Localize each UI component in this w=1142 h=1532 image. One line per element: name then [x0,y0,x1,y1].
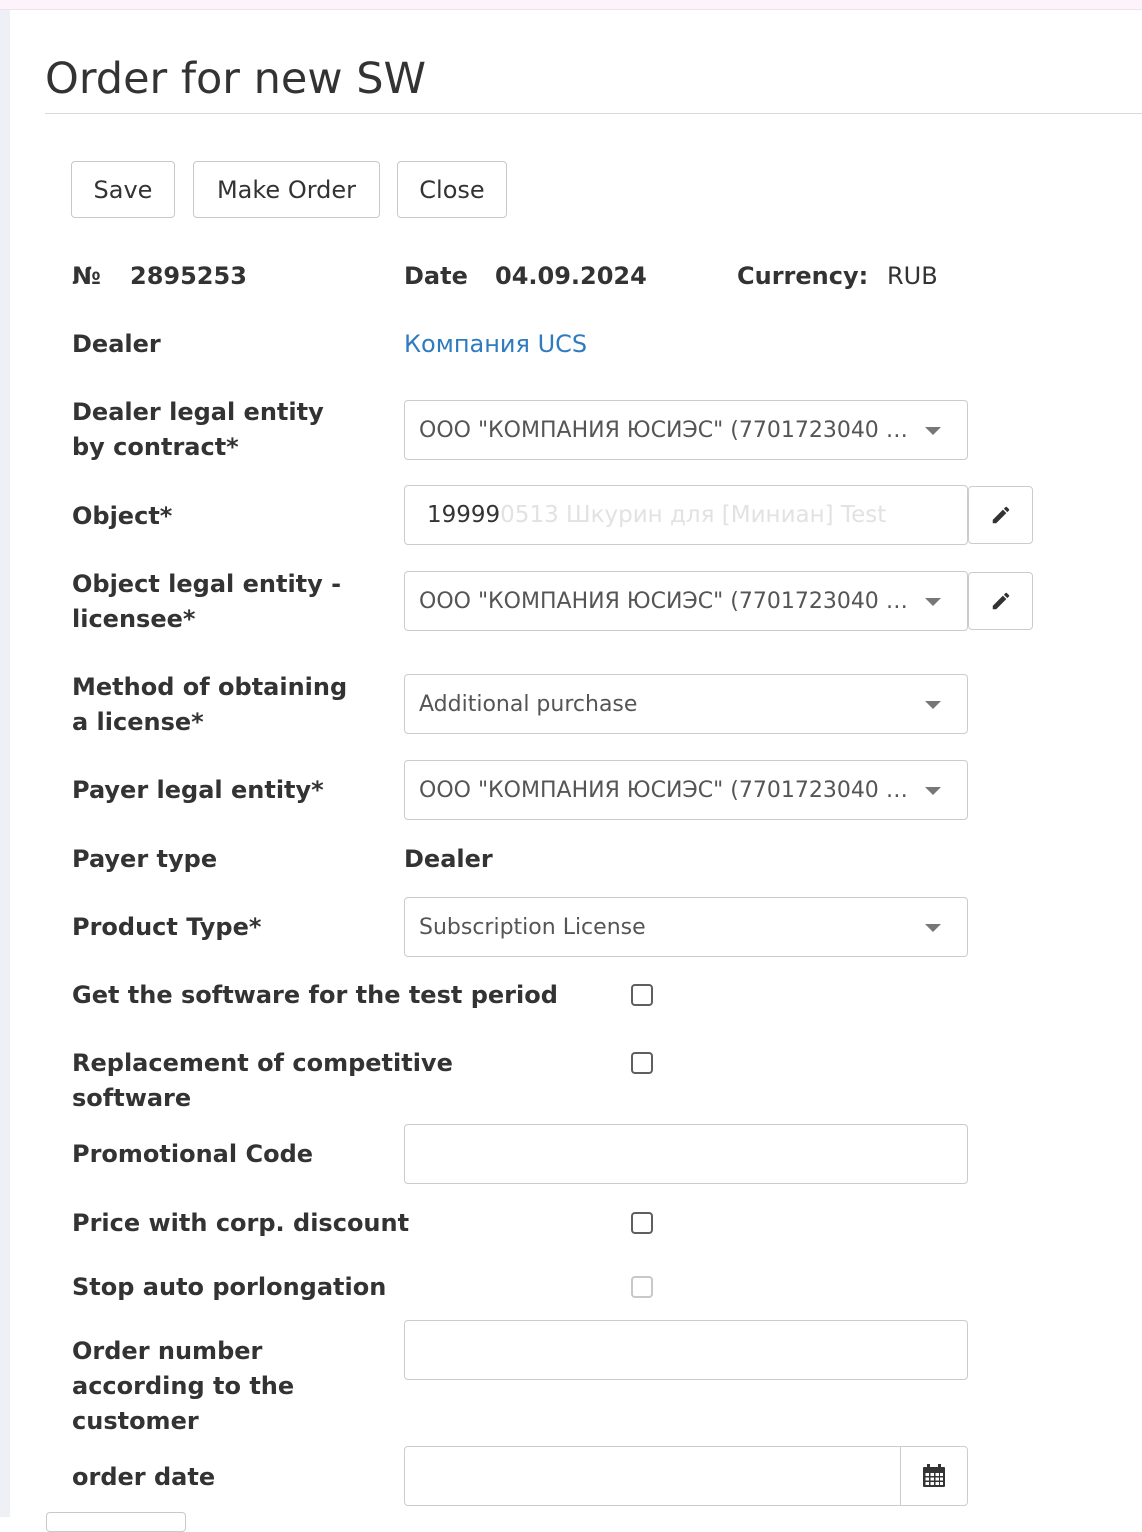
page-title: Order for new SW [45,54,427,104]
dealer-legal-entity-select[interactable]: ООО "КОМПАНИЯ ЮСИЭС" (7701723040 7... [404,400,968,460]
test-period-label: Get the software for the test period [72,981,558,1009]
save-button[interactable]: Save [71,161,175,218]
select-value: ООО "КОМПАНИЯ ЮСИЭС" (7701723040 7... [419,777,919,803]
method-select[interactable]: Additional purchase [404,674,968,734]
replacement-label: Replacement of competitive software [72,1046,453,1116]
promo-code-input[interactable] [404,1124,968,1184]
calendar-button[interactable] [900,1446,968,1506]
dealer-legal-entity-label: Dealer legal entity by contract* [72,395,324,465]
label-line: Dealer legal entity [72,398,324,426]
label-line: software [72,1084,192,1112]
product-type-select[interactable]: Subscription License [404,897,968,957]
object-field[interactable]: 19999 0513 Шкурин для [Mиниан] Test [404,485,968,545]
chevron-down-icon [925,598,941,606]
select-value: ООО "КОМПАНИЯ ЮСИЭС" (7701723040 7... [419,588,919,614]
dealer-link[interactable]: Компания UCS [404,327,587,362]
currency-value: RUB [887,262,938,290]
payer-legal-entity-label: Payer legal entity* [72,776,324,804]
customer-order-number-label: Order number according to the customer [72,1334,294,1439]
object-value: 19999 [427,502,501,528]
corp-discount-checkbox[interactable] [631,1212,653,1234]
chevron-down-icon [925,427,941,435]
label-line: Method of obtaining [72,673,348,701]
select-value: Additional purchase [419,691,638,717]
object-legal-entity-select[interactable]: ООО "КОМПАНИЯ ЮСИЭС" (7701723040 7... [404,571,968,631]
replacement-checkbox[interactable] [631,1052,653,1074]
stop-auto-label: Stop auto porlongation [72,1273,387,1301]
partial-bottom-button[interactable] [46,1512,186,1532]
select-value: Subscription License [419,914,646,940]
title-divider [45,113,1142,114]
chevron-down-icon [925,787,941,795]
close-button[interactable]: Close [397,161,507,218]
object-value-faded: 0513 Шкурин для [Mиниан] Test [500,502,887,528]
currency-label: Currency: [737,262,869,290]
stop-auto-checkbox [631,1276,653,1298]
order-date-label: order date [72,1463,216,1491]
order-date-input[interactable] [404,1446,901,1506]
label-line: customer [72,1407,199,1435]
payer-type-value: Dealer [404,845,493,873]
label-line: by contract* [72,433,239,461]
date-label: Date [404,262,468,290]
pencil-icon [992,592,1009,610]
calendar-icon [923,1464,945,1487]
top-strip [0,0,1142,10]
label-line: according to the [72,1372,295,1400]
make-order-button[interactable]: Make Order [193,161,380,218]
object-legal-entity-label: Object legal entity - licensee* [72,567,341,637]
pencil-icon [992,506,1009,524]
object-label: Object* [72,502,173,530]
order-number-value: 2895253 [130,262,247,290]
edit-object-button[interactable] [968,486,1033,544]
order-number-label: № [72,262,101,290]
dealer-label: Dealer [72,330,161,358]
method-label: Method of obtaining a license* [72,670,347,740]
chevron-down-icon [925,701,941,709]
chevron-down-icon [925,924,941,932]
customer-order-number-input[interactable] [404,1320,968,1380]
label-line: a license* [72,708,204,736]
label-line: Replacement of competitive [72,1049,453,1077]
payer-legal-entity-select[interactable]: ООО "КОМПАНИЯ ЮСИЭС" (7701723040 7... [404,760,968,820]
label-line: licensee* [72,605,196,633]
label-line: Object legal entity - [72,570,342,598]
label-line: Order number [72,1337,263,1365]
product-type-label: Product Type* [72,913,262,941]
edit-object-legal-entity-button[interactable] [968,572,1033,630]
left-sidebar-strip [0,10,10,1517]
test-period-checkbox[interactable] [631,984,653,1006]
date-value: 04.09.2024 [495,262,647,290]
corp-discount-label: Price with corp. discount [72,1209,410,1237]
select-value: ООО "КОМПАНИЯ ЮСИЭС" (7701723040 7... [419,417,919,443]
promo-code-label: Promotional Code [72,1140,314,1168]
payer-type-label: Payer type [72,845,218,873]
